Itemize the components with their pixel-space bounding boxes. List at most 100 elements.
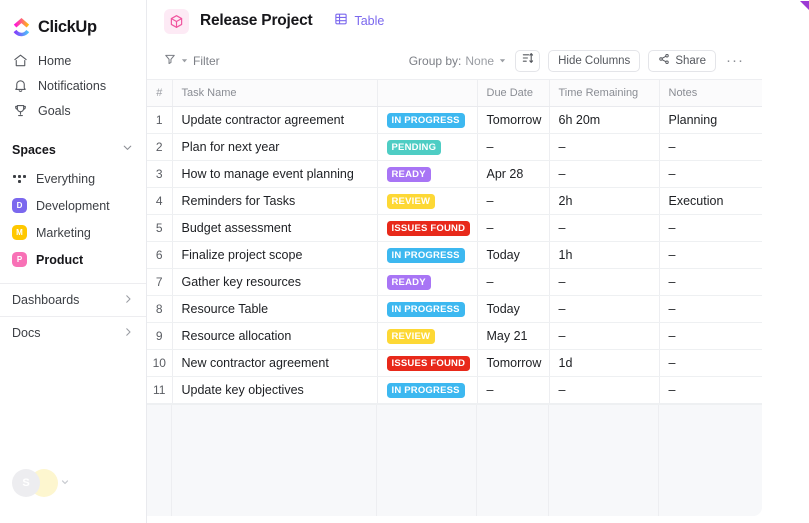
brand[interactable]: ClickUp	[0, 0, 146, 42]
cell-notes[interactable]: –	[659, 322, 762, 350]
cell-notes[interactable]: –	[659, 349, 762, 377]
cell-time-remaining[interactable]: –	[549, 214, 660, 242]
cell-time-remaining[interactable]: 2h	[549, 187, 660, 215]
cell-due-date[interactable]: Tomorrow	[477, 349, 550, 377]
status-badge: PENDING	[386, 140, 442, 155]
sidebar-item-notifications[interactable]: Notifications	[0, 73, 146, 98]
table-row[interactable]: 9 Resource allocation REVIEW May 21– –	[147, 322, 762, 350]
cell-task-name[interactable]: Reminders for Tasks	[172, 187, 378, 215]
table-row[interactable]: 8 Resource Table IN PROGRESS Today – –	[147, 295, 762, 323]
table-row[interactable]: 6 Finalize project scope IN PROGRESS Today 1…	[147, 241, 762, 269]
table-row[interactable]: 4 Reminders for Tasks REVIEW –2h Execution	[147, 187, 762, 215]
cell-task-name[interactable]: Budget assessment	[172, 214, 378, 242]
cell-time-remaining[interactable]: 6h 20m	[549, 106, 660, 134]
sidebar: ClickUp Home Notifications Goals Spaces …	[0, 0, 147, 523]
cell-status[interactable]: PENDING	[377, 133, 478, 161]
sidebar-item-development[interactable]: D Development	[0, 192, 146, 219]
cell-time-remaining[interactable]: –	[549, 268, 660, 296]
sidebar-item-everything[interactable]: Everything	[0, 165, 146, 192]
column-header-notes[interactable]: Notes	[659, 80, 762, 107]
table-row[interactable]: 3 How to manage event planning READY Apr 28…	[147, 160, 762, 188]
cell-time-remaining[interactable]: 1d	[549, 349, 660, 377]
cell-due-date[interactable]: Today	[477, 295, 550, 323]
column-header-time-remaining[interactable]: Time Remaining	[549, 80, 660, 107]
table-row[interactable]: 5 Budget assessment ISSUES FOUND – – –	[147, 214, 762, 242]
table-row[interactable]: 7 Gather key resources READY – – –	[147, 268, 762, 296]
cell-time-remaining[interactable]: –	[549, 133, 660, 161]
cell-due-date[interactable]: Tomorrow	[477, 106, 550, 134]
cell-task-name[interactable]: Update contractor agreement	[172, 106, 378, 134]
table-row[interactable]: 10 New contractor agreement ISSUES FOUND To…	[147, 349, 762, 377]
cell-notes[interactable]: Execution	[659, 187, 762, 215]
cell-notes[interactable]: –	[659, 214, 762, 242]
sidebar-item-product[interactable]: P Product	[0, 246, 146, 273]
task-table-wrapper: # Task Name Due Date Time Remaining Note…	[147, 80, 809, 523]
cell-task-name[interactable]: Plan for next year	[172, 133, 378, 161]
cell-notes[interactable]: –	[659, 160, 762, 188]
cell-task-name[interactable]: Update key objectives	[172, 376, 378, 404]
sidebar-item-dashboards[interactable]: Dashboards	[0, 284, 146, 316]
empty-cell-status	[377, 404, 477, 516]
cell-time-remaining[interactable]: 1h	[549, 241, 660, 269]
cell-status[interactable]: REVIEW	[377, 187, 478, 215]
chevron-down-icon[interactable]	[121, 141, 134, 159]
cell-task-name[interactable]: Gather key resources	[172, 268, 378, 296]
cell-task-name[interactable]: Resource allocation	[172, 322, 378, 350]
cell-due-date[interactable]: Today	[477, 241, 550, 269]
cell-status[interactable]: READY	[377, 160, 478, 188]
sidebar-item-docs[interactable]: Docs	[0, 317, 146, 349]
cell-due-date[interactable]: Apr 28	[477, 160, 550, 188]
cell-time-remaining[interactable]: –	[549, 295, 660, 323]
sidebar-item-goals[interactable]: Goals	[0, 98, 146, 123]
cell-notes[interactable]: –	[659, 295, 762, 323]
hide-columns-button[interactable]: Hide Columns	[548, 49, 641, 72]
cell-due-date[interactable]: May 21	[477, 322, 550, 350]
cell-status[interactable]: REVIEW	[377, 322, 478, 350]
cell-time-remaining[interactable]: –	[549, 160, 660, 188]
column-header-number[interactable]: #	[147, 80, 173, 107]
cell-task-name[interactable]: How to manage event planning	[172, 160, 378, 188]
cell-task-name[interactable]: Finalize project scope	[172, 241, 378, 269]
empty-cell-notes	[659, 404, 762, 516]
cell-status[interactable]: IN PROGRESS	[377, 106, 478, 134]
sidebar-item-home[interactable]: Home	[0, 48, 146, 73]
cell-due-date[interactable]: –	[477, 133, 550, 161]
cell-notes[interactable]: Planning	[659, 106, 762, 134]
cell-time-remaining[interactable]: –	[549, 376, 660, 404]
cell-notes[interactable]: –	[659, 133, 762, 161]
sort-button[interactable]	[515, 49, 541, 72]
cell-due-date[interactable]: –	[477, 214, 550, 242]
column-header-due-date[interactable]: Due Date	[477, 80, 550, 107]
chevron-down-icon[interactable]	[60, 477, 70, 489]
cell-notes[interactable]: –	[659, 268, 762, 296]
spaces-section-header[interactable]: Spaces	[0, 123, 146, 165]
cell-status[interactable]: IN PROGRESS	[377, 295, 478, 323]
cell-status[interactable]: ISSUES FOUND	[377, 349, 478, 377]
cell-task-name[interactable]: New contractor agreement	[172, 349, 378, 377]
more-options-button[interactable]: ···	[724, 53, 746, 68]
column-header-task-name[interactable]: Task Name	[172, 80, 378, 107]
cell-notes[interactable]: –	[659, 241, 762, 269]
cell-status[interactable]: READY	[377, 268, 478, 296]
cell-status[interactable]: IN PROGRESS	[377, 241, 478, 269]
sidebar-item-marketing[interactable]: M Marketing	[0, 219, 146, 246]
cell-due-date[interactable]: –	[477, 376, 550, 404]
avatar-stack[interactable]: S	[12, 469, 58, 497]
bell-icon	[12, 78, 28, 94]
filter-button[interactable]: Filter	[164, 52, 220, 70]
cell-notes[interactable]: –	[659, 376, 762, 404]
cell-time-remaining[interactable]: –	[549, 322, 660, 350]
table-row[interactable]: 11 Update key objectives IN PROGRESS – – –	[147, 376, 762, 404]
cell-status[interactable]: IN PROGRESS	[377, 376, 478, 404]
group-by-control[interactable]: Group by: None	[409, 52, 507, 70]
cell-due-date[interactable]: –	[477, 268, 550, 296]
table-row[interactable]: 2 Plan for next year PENDING – – –	[147, 133, 762, 161]
share-button[interactable]: Share	[648, 49, 716, 72]
cell-status[interactable]: ISSUES FOUND	[377, 214, 478, 242]
tab-table[interactable]: Table	[334, 12, 384, 31]
table-row[interactable]: 1 Update contractor agreement IN PROGRESS T…	[147, 106, 762, 134]
cell-due-date[interactable]: –	[477, 187, 550, 215]
cell-row-number: 11	[147, 376, 173, 404]
column-header-status[interactable]	[377, 80, 478, 107]
cell-task-name[interactable]: Resource Table	[172, 295, 378, 323]
